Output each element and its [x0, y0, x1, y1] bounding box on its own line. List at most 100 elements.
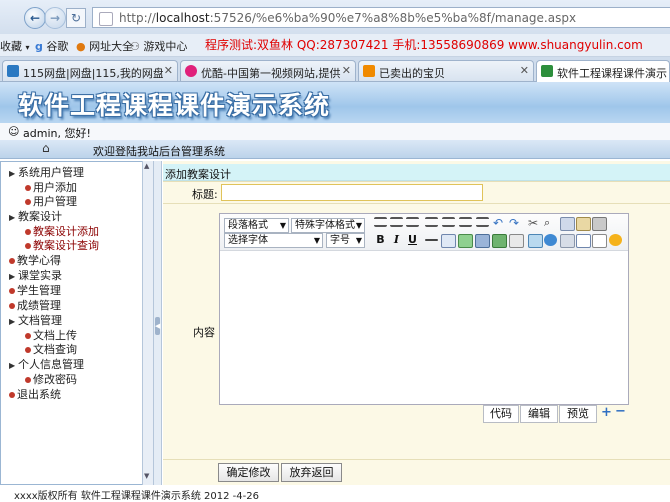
submit-button[interactable]: 确定修改: [218, 463, 279, 482]
home-icon[interactable]: ⌂: [42, 141, 50, 155]
close-icon[interactable]: ✕: [520, 64, 529, 77]
align-center-icon[interactable]: [390, 217, 403, 227]
new-document-icon[interactable]: [592, 234, 607, 248]
rich-text-editor: 段落格式 ▼ 特殊字体格式 ▼ 选择字体 ▼ 字号 ▼ ↶ ↷ ✂ ⌕ B I U: [219, 213, 629, 405]
font-size-select[interactable]: 字号 ▼: [326, 233, 365, 248]
find-icon[interactable]: ⌕: [544, 217, 557, 229]
sidebar-item-grades[interactable]: 成绩管理: [9, 297, 61, 313]
google-icon: g: [35, 40, 43, 53]
sidebar-group-class-records[interactable]: ▶ 课堂实录: [9, 267, 62, 283]
sidebar-item-logout[interactable]: 退出系统: [9, 386, 61, 402]
scroll-up-icon[interactable]: ▲: [144, 162, 149, 170]
browser-tab-youku[interactable]: 优酷-中国第一视频网站,提供视频… ✕: [180, 60, 356, 81]
user-icon: ☺: [8, 125, 20, 138]
browser-tab-strip: 115网盘|网盘|115,我的网盘|免费… ✕ 优酷-中国第一视频网站,提供视频…: [0, 57, 670, 82]
address-bar[interactable]: http://localhost:57526/%e6%ba%90%e7%a8%8…: [92, 7, 670, 28]
address-url: http://localhost:57526/%e6%ba%90%e7%a8%8…: [119, 11, 577, 25]
special-font-select[interactable]: 特殊字体格式 ▼: [291, 218, 365, 233]
bookmark-google[interactable]: g 谷歌: [35, 38, 68, 54]
frame-icon[interactable]: [576, 234, 591, 248]
bullet-icon: [9, 258, 15, 264]
bookmark-game-center[interactable]: ⚇ 游戏中心: [130, 38, 187, 54]
bold-button[interactable]: B: [374, 234, 387, 246]
tab-favicon: [7, 65, 19, 77]
sidebar-item-lesson-query[interactable]: 教案设计查询: [25, 237, 99, 253]
browser-tab-115[interactable]: 115网盘|网盘|115,我的网盘|免费… ✕: [2, 60, 178, 81]
sidebar-scrollbar[interactable]: ▲ ▼: [142, 161, 153, 485]
bullet-icon: [25, 229, 31, 235]
close-icon[interactable]: ✕: [164, 64, 173, 77]
undo-icon[interactable]: ↶: [493, 217, 506, 229]
browser-tab-courseware[interactable]: 软件工程课程课件演示系统: [536, 60, 670, 82]
sidebar-group-profile[interactable]: ▶ 个人信息管理: [9, 356, 84, 372]
align-right-icon[interactable]: [406, 217, 419, 227]
web-icon[interactable]: [544, 234, 557, 246]
globe-icon: ●: [76, 40, 86, 53]
bullet-icon: [9, 303, 15, 309]
indent-icon[interactable]: [476, 217, 489, 227]
edit-mode-button[interactable]: 编辑: [520, 405, 558, 423]
caret-right-icon: ▶: [9, 169, 16, 178]
paragraph-format-select[interactable]: 段落格式 ▼: [224, 218, 289, 233]
scroll-down-icon[interactable]: ▼: [144, 472, 149, 480]
close-icon[interactable]: ✕: [342, 64, 351, 77]
insert-flash-icon[interactable]: [492, 234, 507, 248]
refresh-icon[interactable]: ↻: [66, 8, 86, 28]
sidebar-splitter[interactable]: ◀: [153, 161, 162, 485]
underline-button[interactable]: U: [406, 234, 419, 246]
emoticon-icon[interactable]: [609, 234, 622, 246]
browser-tab-sold-items[interactable]: 已卖出的宝贝 ✕: [358, 60, 534, 81]
welcome-text: 欢迎登陆我站后台管理系统: [93, 145, 225, 158]
bullet-icon: [25, 333, 31, 339]
chevron-down-icon: ▼: [279, 221, 286, 230]
sidebar-group-lesson-design[interactable]: ▶ 教案设计: [9, 208, 62, 224]
insert-image-icon[interactable]: [458, 234, 473, 248]
italic-button[interactable]: I: [390, 234, 403, 246]
forward-button[interactable]: →: [44, 7, 66, 29]
back-button[interactable]: ←: [24, 7, 46, 29]
editor-body[interactable]: [220, 251, 628, 404]
footer: xxxx版权所有 软件工程课程课件演示系统 2012 -4-26: [0, 485, 670, 502]
title-label: 标题:: [192, 188, 218, 201]
insert-media-icon[interactable]: [475, 234, 490, 248]
paste-icon[interactable]: [576, 217, 591, 231]
bullet-icon: [25, 199, 31, 205]
plus-icon[interactable]: +: [601, 405, 612, 420]
code-mode-button[interactable]: 代码: [483, 405, 519, 423]
horizontal-rule-icon[interactable]: [425, 239, 438, 241]
ordered-list-icon[interactable]: [425, 217, 438, 227]
bookmark-favorites[interactable]: 收藏 ▾: [0, 38, 30, 54]
cancel-button[interactable]: 放弃返回: [281, 463, 342, 482]
bullet-icon: [9, 288, 15, 294]
insert-table-icon[interactable]: [441, 234, 456, 248]
sidebar-item-students[interactable]: 学生管理: [9, 282, 61, 298]
collapse-icon[interactable]: ◀: [155, 317, 160, 335]
font-family-select[interactable]: 选择字体 ▼: [224, 233, 323, 248]
title-input[interactable]: [221, 184, 483, 201]
sidebar-group-documents[interactable]: ▶ 文档管理: [9, 312, 62, 328]
align-left-icon[interactable]: [374, 217, 387, 227]
cut-icon[interactable]: ✂: [528, 217, 541, 229]
sidebar-item-doc-query[interactable]: 文档查询: [25, 341, 77, 357]
sidebar-item-manage-users[interactable]: 用户管理: [25, 193, 77, 209]
form-header: 添加教案设计: [163, 164, 670, 181]
minus-icon[interactable]: −: [615, 404, 626, 419]
unordered-list-icon[interactable]: [442, 217, 455, 227]
bookmark-site-directory[interactable]: ● 网址大全: [76, 38, 133, 54]
form-field-icon[interactable]: [560, 234, 575, 248]
sidebar-item-change-password[interactable]: 修改密码: [25, 371, 77, 387]
page-icon: [99, 12, 113, 26]
copy-icon[interactable]: [560, 217, 575, 231]
sidebar-item-teaching-notes[interactable]: 教学心得: [9, 252, 61, 268]
print-icon[interactable]: [592, 217, 607, 231]
special-char-icon[interactable]: [509, 234, 524, 248]
redo-icon[interactable]: ↷: [509, 217, 522, 229]
divider: [163, 459, 670, 460]
insert-link-icon[interactable]: [528, 234, 543, 248]
bullet-icon: [9, 392, 15, 398]
preview-mode-button[interactable]: 预览: [559, 405, 597, 423]
user-bar: ☺ admin, 您好!: [0, 123, 670, 141]
sidebar-group-system-users[interactable]: ▶ 系统用户管理: [9, 164, 84, 180]
outdent-icon[interactable]: [459, 217, 472, 227]
nav-bar: ⌂ 欢迎登陆我站后台管理系统: [0, 140, 670, 159]
